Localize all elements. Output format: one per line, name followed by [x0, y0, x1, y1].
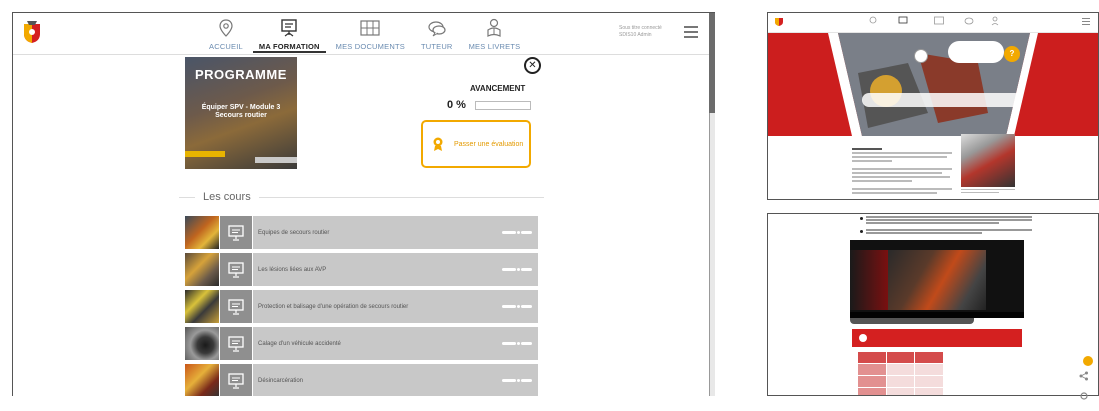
sdis-logo[interactable]: [22, 20, 42, 44]
nav-item-tuteur[interactable]: TUTEUR: [415, 13, 459, 51]
screen-presentation-icon: [219, 253, 253, 286]
video-progress-track: [850, 318, 974, 324]
program-image: PROGRAMME Équiper SPV - Module 3 Secours…: [185, 57, 297, 169]
map-pin-icon: [869, 16, 877, 24]
program-subtitle: Équiper SPV - Module 3 Secours routier: [201, 104, 281, 119]
nav-item-label: MA FORMATION: [258, 42, 320, 51]
nav-item-ma-formation[interactable]: MA FORMATION: [252, 13, 326, 53]
nav-item-accueil[interactable]: ACCUEIL: [203, 13, 249, 51]
nav-item-mes-documents[interactable]: MES DOCUMENTS: [330, 13, 411, 51]
close-button[interactable]: ✕: [524, 57, 541, 74]
main-window: ACCUEIL MA FORMATION MES DOCUMENTS TUTEU…: [12, 12, 715, 396]
course-list: Equipes de secours routier Les lésions l…: [185, 216, 538, 396]
preview-table: [858, 352, 944, 395]
chat-bubbles-icon: [428, 21, 446, 37]
quiz-bubble: [948, 41, 1004, 63]
presentation-icon: [281, 19, 297, 37]
floating-tools: [1079, 356, 1097, 411]
map-pin-icon: [219, 19, 233, 37]
courses-heading: Les cours: [203, 191, 251, 203]
course-title: Protection et balisage d'une opération d…: [258, 303, 409, 310]
vertical-scrollbar[interactable]: [709, 13, 715, 396]
scrollbar-thumb[interactable]: [709, 13, 715, 113]
course-progress-indicator: [502, 231, 532, 234]
preview-course-content: [767, 213, 1099, 396]
nav-item-label: ACCUEIL: [209, 42, 243, 51]
course-row[interactable]: Calage d'un véhicule accidenté: [185, 327, 538, 360]
course-thumbnail: [185, 290, 219, 323]
nav-item-mes-livrets[interactable]: MES LIVRETS: [463, 13, 527, 51]
evaluation-button[interactable]: Passer une évaluation: [421, 120, 531, 168]
close-icon: ✕: [528, 60, 537, 71]
user-with-book-icon: [487, 18, 502, 37]
video-player[interactable]: [850, 240, 1024, 318]
screen-presentation-icon: [219, 216, 253, 249]
video-frame: [888, 250, 986, 310]
course-progress-indicator: [502, 342, 532, 345]
nav-item-label: TUTEUR: [420, 42, 453, 51]
course-title: Calage d'un véhicule accidenté: [258, 340, 341, 347]
preview-text-block: [852, 148, 952, 196]
course-row[interactable]: Protection et balisage d'une opération d…: [185, 290, 538, 323]
photo-caption: [961, 189, 1015, 195]
user-name: SDIS10 Admin: [619, 32, 652, 38]
user-subtitle: Sous titre connecté: [619, 25, 662, 31]
screen-presentation-icon: [219, 364, 253, 396]
progress-label: AVANCEMENT: [470, 84, 526, 93]
course-thumbnail: [185, 253, 219, 286]
settings-gear-icon[interactable]: [1079, 391, 1089, 401]
course-title: Désincarcération: [258, 377, 304, 384]
user-with-book-icon: [991, 16, 999, 26]
documents-grid-icon: [360, 20, 380, 36]
courses-section-title: Les cours: [179, 190, 544, 204]
preview-course-page: ?: [767, 12, 1099, 200]
course-thumbnail: [185, 216, 219, 249]
share-icon[interactable]: [1079, 371, 1089, 381]
program-badge: PROGRAMME: [195, 67, 287, 82]
course-banner: ?: [768, 33, 1098, 136]
course-progress-indicator: [502, 268, 532, 271]
hamburger-menu-icon: [1082, 18, 1090, 27]
course-thumbnail: [185, 364, 219, 396]
course-title: Equipes de secours routier: [258, 229, 330, 236]
presentation-icon: [898, 16, 908, 24]
info-circle-icon: [859, 334, 867, 342]
top-navigation-bar: ACCUEIL MA FORMATION MES DOCUMENTS TUTEU…: [13, 13, 710, 55]
course-progress-indicator: [502, 379, 532, 382]
question-badge-icon: ?: [1004, 46, 1020, 62]
competences-header: [852, 329, 1022, 347]
documents-grid-icon: [934, 16, 944, 25]
course-row[interactable]: Equipes de secours routier: [185, 216, 538, 249]
preview-photo: [961, 134, 1015, 187]
screen-presentation-icon: [219, 327, 253, 360]
course-row[interactable]: Désincarcération: [185, 364, 538, 396]
bubble-ring: [914, 49, 928, 63]
screen-presentation-icon: [219, 290, 253, 323]
sdis-logo: [775, 18, 783, 26]
main-nav: ACCUEIL MA FORMATION MES DOCUMENTS TUTEU…: [203, 13, 530, 55]
video-frame-left: [850, 250, 888, 310]
course-row[interactable]: Les lésions liées aux AVP: [185, 253, 538, 286]
medal-icon: [433, 137, 443, 151]
user-info[interactable]: Sous titre connecté SDIS10 Admin: [619, 25, 662, 39]
evaluation-label: Passer une évaluation: [454, 140, 524, 148]
course-thumbnail: [185, 327, 219, 360]
course-progress-indicator: [502, 305, 532, 308]
chat-bubbles-icon: [964, 17, 974, 25]
course-title: Les lésions liées aux AVP: [258, 266, 327, 273]
nav-item-label: MES LIVRETS: [468, 42, 521, 51]
hamburger-menu-icon[interactable]: [684, 26, 698, 38]
progress-bar: [475, 101, 531, 110]
help-icon[interactable]: [1083, 356, 1093, 366]
banner-caption: [862, 93, 1022, 107]
preview-bullet-list: [860, 216, 1032, 239]
preview-nav-bar: [768, 13, 1098, 33]
nav-item-label: MES DOCUMENTS: [335, 42, 405, 51]
banner-shape: [768, 33, 1098, 136]
progress-value: 0 %: [447, 99, 466, 111]
